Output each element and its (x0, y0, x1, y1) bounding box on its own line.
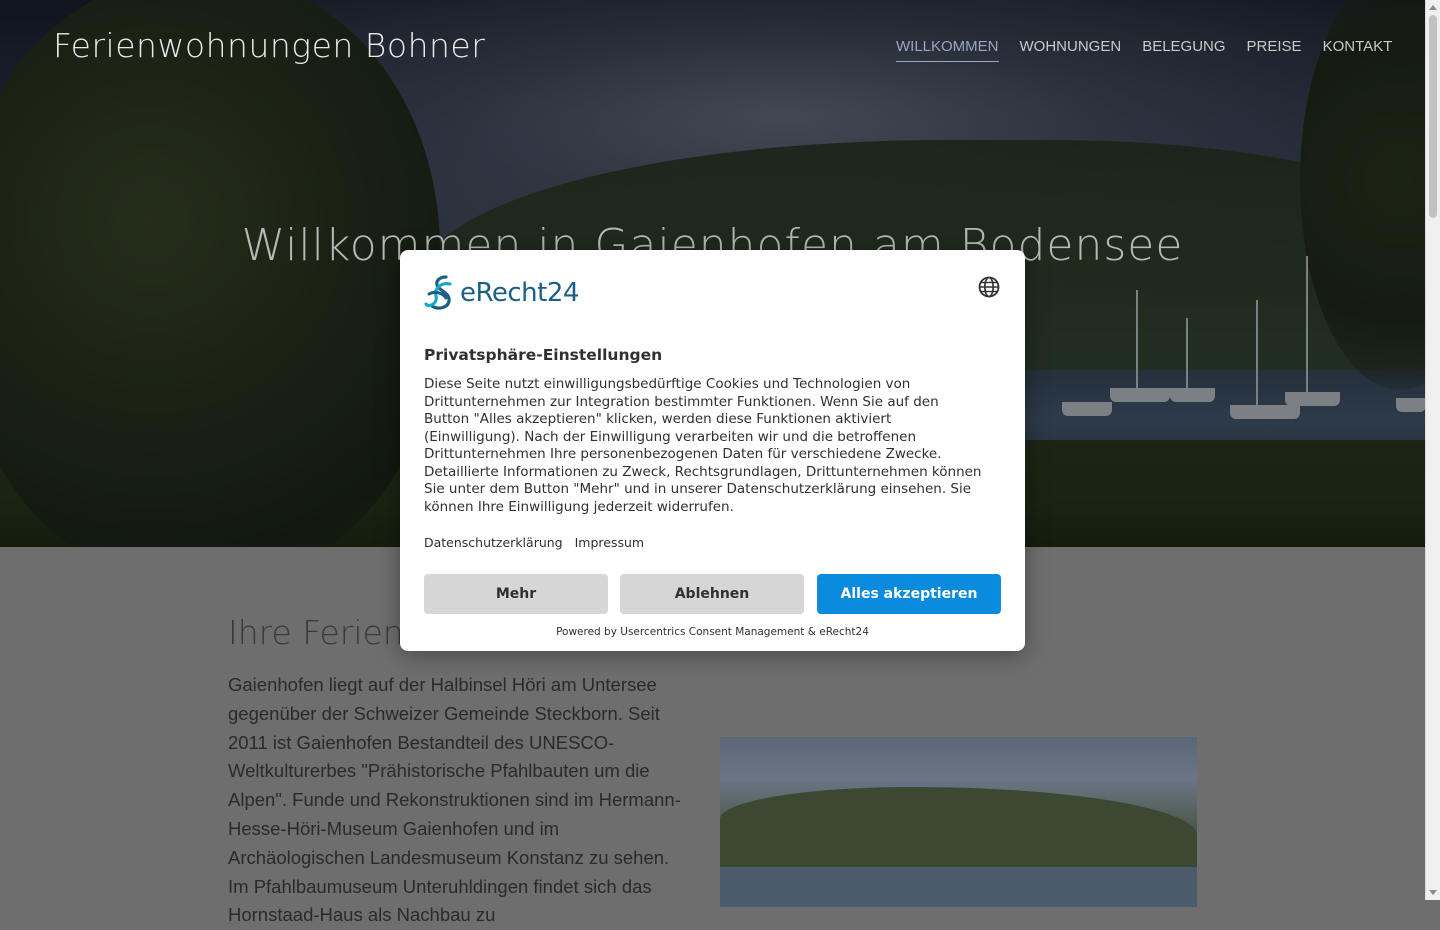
scroll-thumb[interactable] (1429, 15, 1437, 218)
lake-photo (720, 737, 1197, 907)
decline-button[interactable]: Ablehnen (620, 574, 804, 614)
photo-water (720, 867, 1197, 907)
nav-item-kontakt[interactable]: KONTAKT (1323, 38, 1393, 62)
privacy-policy-link[interactable]: Datenschutzerklärung (424, 535, 563, 550)
nav-item-belegung[interactable]: BELEGUNG (1142, 38, 1225, 62)
erecht24-logo: eRecht24 (424, 274, 579, 312)
more-button[interactable]: Mehr (424, 574, 608, 614)
language-globe-icon[interactable] (978, 276, 1000, 298)
powered-by-text: Powered by Usercentrics Consent Manageme… (556, 626, 869, 638)
erecht24-mark-icon (424, 275, 452, 310)
scroll-up-arrow-icon[interactable] (1429, 5, 1437, 10)
consent-text: Diese Seite nutzt einwilligungsbedürftig… (424, 376, 982, 515)
imprint-link[interactable]: Impressum (575, 535, 644, 550)
intro-paragraph: Gaienhofen liegt auf der Halbinsel Höri … (228, 674, 681, 926)
nav-item-wohnungen[interactable]: WOHNUNGEN (1020, 38, 1122, 62)
consent-title: Privatsphäre-Einstellungen (424, 346, 663, 364)
page-scrollbar[interactable] (1425, 0, 1440, 900)
scroll-down-arrow-icon[interactable] (1429, 890, 1437, 895)
main-nav: WILLKOMMEN WOHNUNGEN BELEGUNG PREISE KON… (896, 38, 1392, 62)
nav-item-willkommen[interactable]: WILLKOMMEN (896, 38, 999, 62)
photo-hill (720, 787, 1197, 867)
brand-name: eRecht24 (460, 278, 579, 308)
site-logo[interactable]: Ferienwohnungen Bohner (53, 26, 485, 65)
nav-item-preise[interactable]: PREISE (1247, 38, 1302, 62)
accept-all-button[interactable]: Alles akzeptieren (817, 574, 1001, 614)
consent-links: Datenschutzerklärung Impressum (424, 535, 644, 550)
consent-dialog: eRecht24 Privatsphäre-Einstellungen Dies… (400, 250, 1025, 651)
